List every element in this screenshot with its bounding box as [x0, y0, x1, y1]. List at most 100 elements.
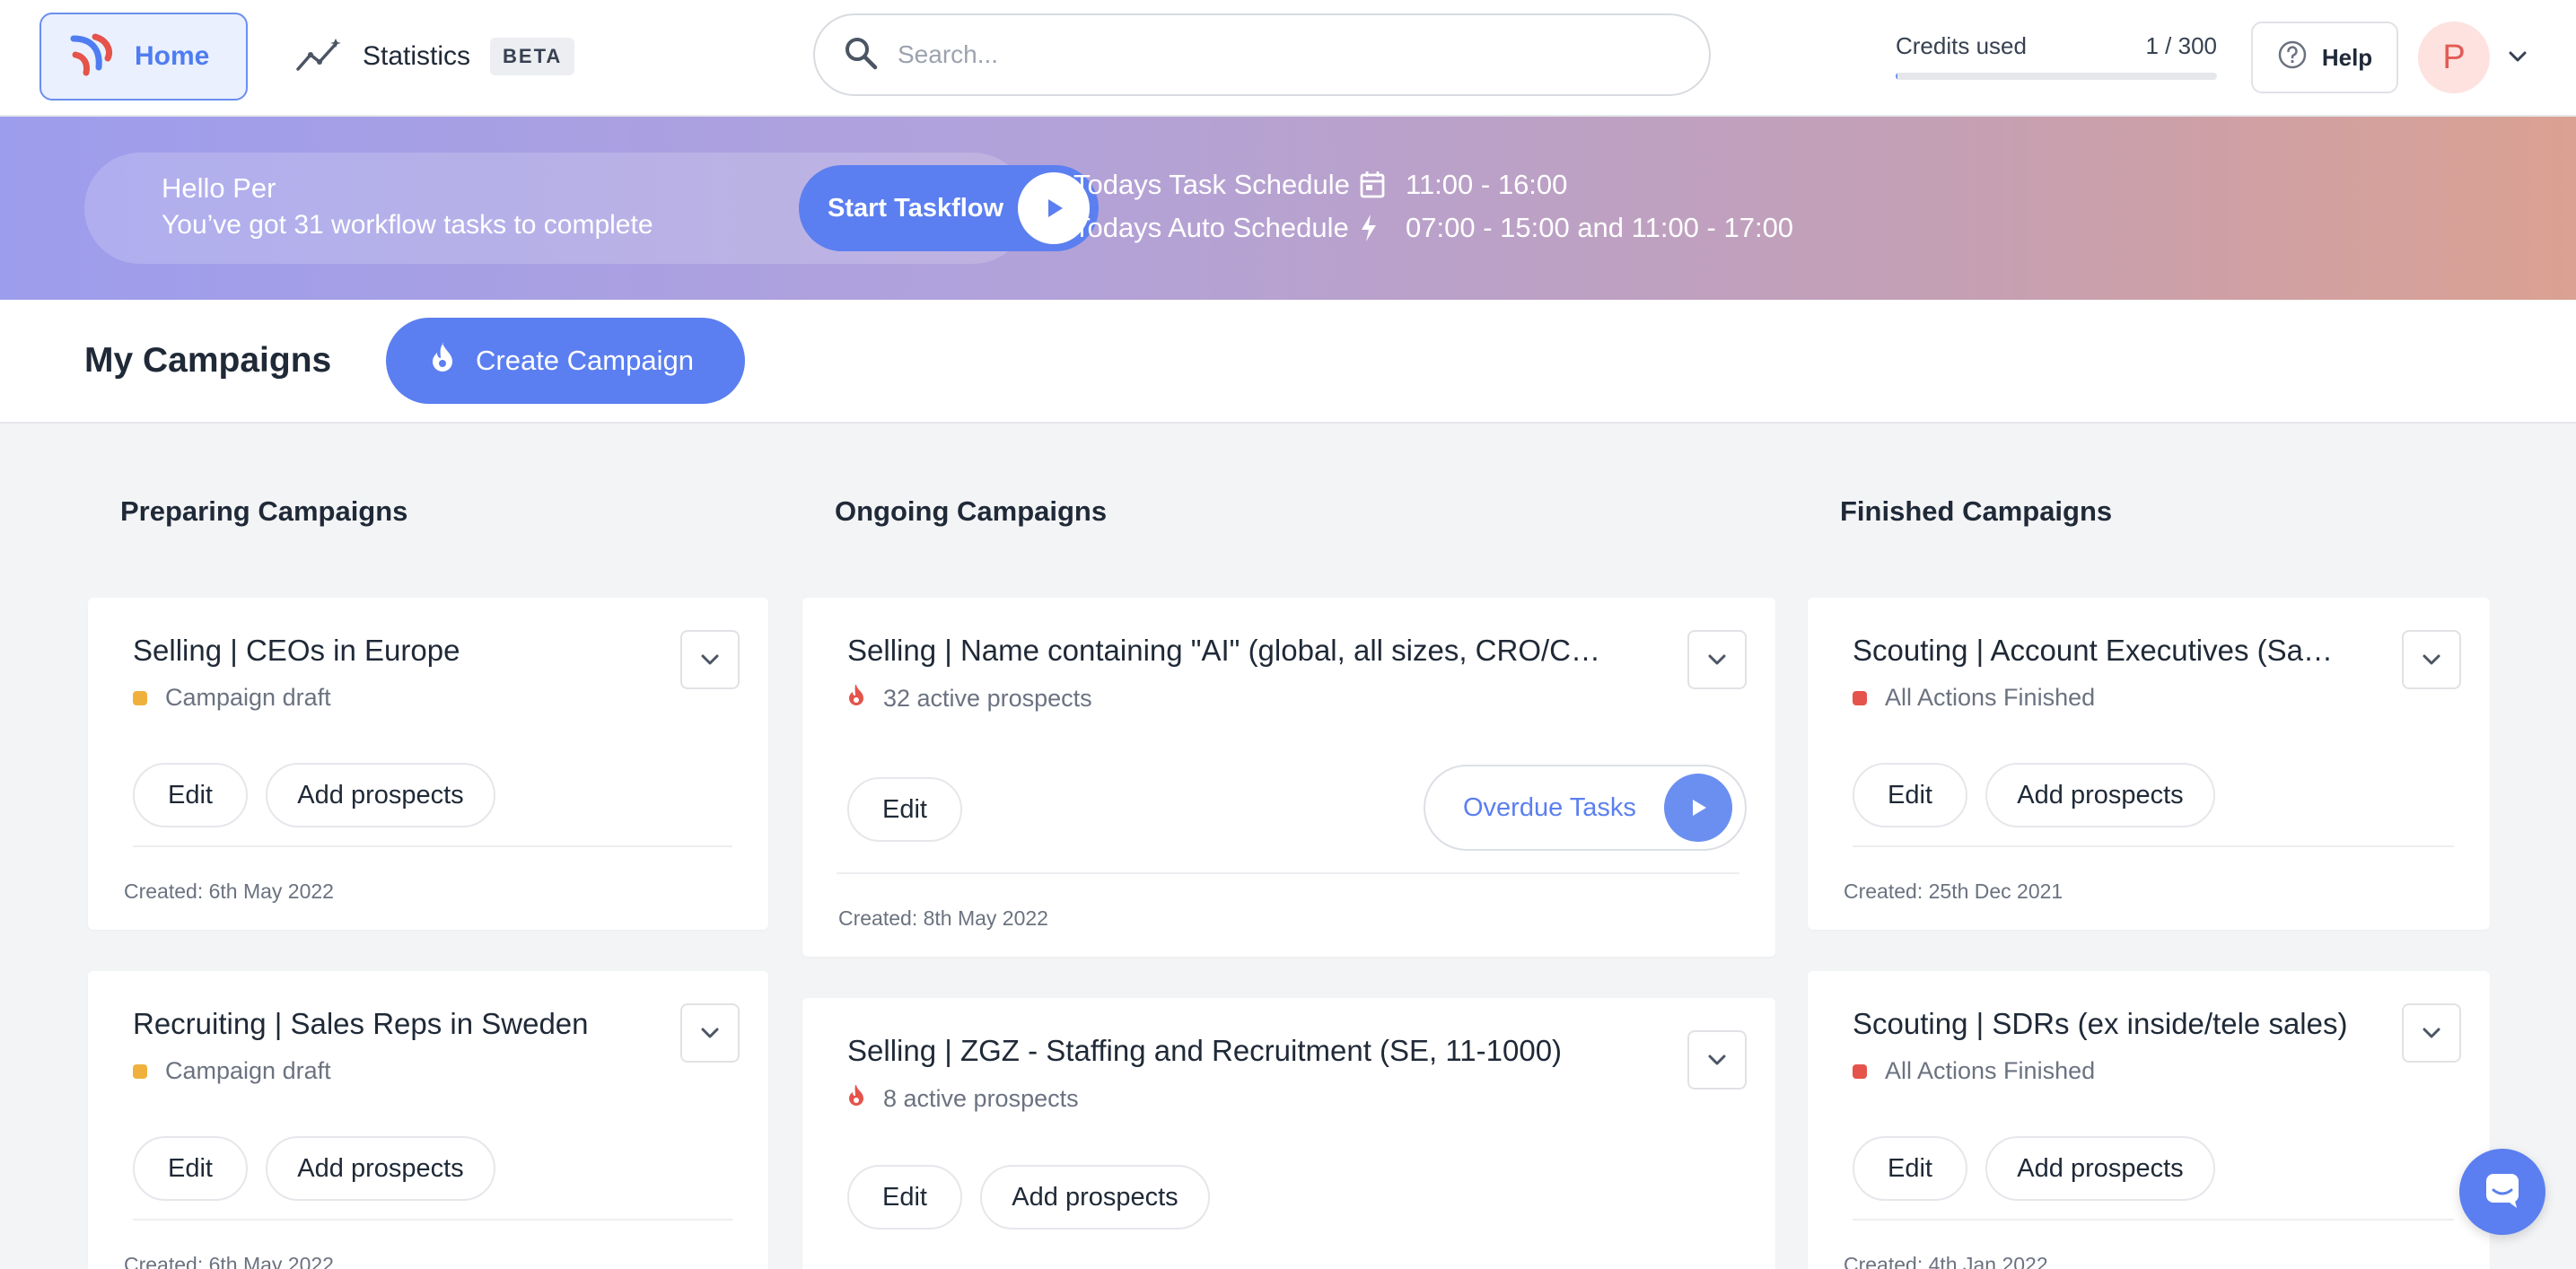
campaigns-header: My Campaigns Create Campaign	[0, 300, 2576, 424]
chevron-down-icon	[1708, 1055, 1726, 1065]
flame-icon	[847, 684, 865, 713]
campaign-card[interactable]: Scouting | Account Executives (Saa… All …	[1808, 598, 2490, 930]
greeting-hello: Hello Per	[162, 172, 276, 204]
campaign-title[interactable]: Scouting | SDRs (ex inside/tele sales)	[1853, 1007, 2373, 1041]
finished-column-title: Finished Campaigns	[1840, 495, 2113, 527]
credits-value: 1 / 300	[2145, 32, 2217, 59]
campaign-title[interactable]: Selling | CEOs in Europe	[133, 634, 653, 668]
card-divider	[133, 845, 732, 847]
draft-status-dot	[133, 690, 147, 705]
edit-button[interactable]: Edit	[133, 763, 248, 827]
chevron-down-icon	[701, 654, 719, 665]
card-divider	[837, 872, 1739, 874]
edit-button[interactable]: Edit	[847, 1165, 962, 1230]
campaign-menu-button[interactable]	[2402, 1003, 2461, 1063]
created-date: Created: 4th Jan 2022	[1844, 1253, 2048, 1269]
campaign-status: Campaign draft	[133, 684, 331, 712]
credits-label: Credits used	[1896, 32, 2027, 59]
campaign-menu-button[interactable]	[2402, 630, 2461, 689]
campaign-card[interactable]: Selling | ZGZ - Staffing and Recruitment…	[802, 998, 1775, 1269]
campaign-menu-button[interactable]	[680, 1003, 740, 1063]
campaign-menu-button[interactable]	[1687, 1030, 1747, 1090]
card-divider	[1853, 1219, 2454, 1221]
overdue-tasks-button[interactable]: Overdue Tasks	[1424, 765, 1747, 851]
edit-button[interactable]: Edit	[133, 1136, 248, 1201]
auto-schedule: Todays Auto Schedule 07:00 - 15:00 and 1…	[1073, 212, 1793, 244]
greeting-pill: Hello Per You’ve got 31 workflow tasks t…	[84, 153, 1099, 264]
campaign-title[interactable]: Selling | Name containing "AI" (global, …	[847, 634, 1601, 668]
auto-schedule-value: 07:00 - 15:00 and 11:00 - 17:00	[1406, 212, 1794, 243]
edit-button[interactable]: Edit	[847, 777, 962, 842]
campaign-title[interactable]: Recruiting | Sales Reps in Sweden	[133, 1007, 653, 1041]
logo-icon	[68, 31, 115, 83]
created-date: Created: 8th May 2022	[838, 906, 1048, 930]
page-title: My Campaigns	[84, 341, 332, 380]
avatar[interactable]: P	[2418, 22, 2490, 93]
add-prospects-button[interactable]: Add prospects	[266, 1136, 495, 1201]
campaign-status-text: 32 active prospects	[883, 685, 1092, 712]
chat-support-button[interactable]	[2459, 1149, 2545, 1235]
campaign-menu-button[interactable]	[680, 630, 740, 689]
campaign-status-text: 8 active prospects	[883, 1085, 1079, 1112]
flame-icon	[847, 1084, 865, 1114]
statistics-nav-link[interactable]: Statistics BETA	[296, 27, 575, 86]
campaign-status: All Actions Finished	[1853, 684, 2095, 712]
campaign-status: 32 active prospects	[847, 684, 1092, 713]
campaign-title[interactable]: Scouting | Account Executives (Saa…	[1853, 634, 2337, 668]
campaign-card[interactable]: Selling | CEOs in Europe Campaign draft …	[88, 598, 768, 930]
campaign-status-text: All Actions Finished	[1885, 684, 2096, 711]
add-prospects-button[interactable]: Add prospects	[1985, 763, 2215, 827]
chevron-down-icon[interactable]	[2506, 45, 2529, 73]
campaign-card[interactable]: Selling | Name containing "AI" (global, …	[802, 598, 1775, 957]
edit-button[interactable]: Edit	[1853, 763, 1967, 827]
home-label: Home	[135, 41, 210, 71]
question-circle-icon	[2277, 39, 2308, 76]
add-prospects-button[interactable]: Add prospects	[1985, 1136, 2215, 1201]
created-date: Created: 6th May 2022	[124, 1253, 334, 1269]
credits-usage: Credits used 1 / 300	[1896, 32, 2217, 80]
create-campaign-button[interactable]: Create Campaign	[386, 318, 745, 404]
add-prospects-button[interactable]: Add prospects	[980, 1165, 1210, 1230]
statistics-label: Statistics	[363, 41, 471, 71]
search-input[interactable]	[898, 40, 1669, 69]
card-divider	[133, 1219, 732, 1221]
start-taskflow-button[interactable]: Start Taskflow	[799, 165, 1099, 251]
flame-icon	[429, 341, 456, 381]
edit-button[interactable]: Edit	[1853, 1136, 1967, 1201]
card-divider	[1853, 845, 2454, 847]
create-campaign-label: Create Campaign	[476, 345, 694, 376]
campaign-status-text: Campaign draft	[165, 1057, 331, 1084]
overdue-tasks-label: Overdue Tasks	[1463, 792, 1636, 822]
add-prospects-button[interactable]: Add prospects	[266, 763, 495, 827]
chevron-down-icon	[2423, 1028, 2440, 1038]
created-date: Created: 25th Dec 2021	[1844, 880, 2063, 903]
campaign-card[interactable]: Recruiting | Sales Reps in Sweden Campai…	[88, 971, 768, 1269]
campaign-title[interactable]: Selling | ZGZ - Staffing and Recruitment…	[847, 1034, 1601, 1068]
campaign-status: Campaign draft	[133, 1057, 331, 1085]
draft-status-dot	[133, 1063, 147, 1079]
lightning-icon	[1359, 214, 1406, 242]
campaign-status-text: All Actions Finished	[1885, 1057, 2096, 1084]
calendar-icon	[1359, 171, 1406, 199]
campaign-status: 8 active prospects	[847, 1084, 1079, 1114]
finished-status-dot	[1853, 1063, 1867, 1079]
search-icon	[844, 36, 878, 74]
campaign-card[interactable]: Scouting | SDRs (ex inside/tele sales) A…	[1808, 971, 2490, 1269]
help-button[interactable]: Help	[2251, 22, 2398, 93]
auto-schedule-label: Todays Auto Schedule	[1073, 212, 1349, 243]
help-label: Help	[2321, 43, 2373, 71]
chevron-down-icon	[2423, 654, 2440, 665]
play-icon	[1664, 774, 1732, 842]
campaign-menu-button[interactable]	[1687, 630, 1747, 689]
top-navbar: Home Statistics BETA Credits used 1 / 30…	[0, 0, 2576, 117]
home-nav-button[interactable]: Home	[39, 13, 248, 101]
task-schedule: Todays Task Schedule 11:00 - 16:00	[1073, 169, 1567, 201]
greeting-banner: Hello Per You’ve got 31 workflow tasks t…	[0, 117, 2576, 300]
statistics-icon	[296, 37, 343, 77]
greeting-subtitle: You’ve got 31 workflow tasks to complete	[162, 210, 653, 240]
task-schedule-label: Todays Task Schedule	[1073, 169, 1350, 200]
finished-status-dot	[1853, 690, 1867, 705]
chevron-down-icon	[701, 1028, 719, 1038]
campaign-status-text: Campaign draft	[165, 684, 331, 711]
credits-progress-bar	[1896, 73, 2217, 80]
